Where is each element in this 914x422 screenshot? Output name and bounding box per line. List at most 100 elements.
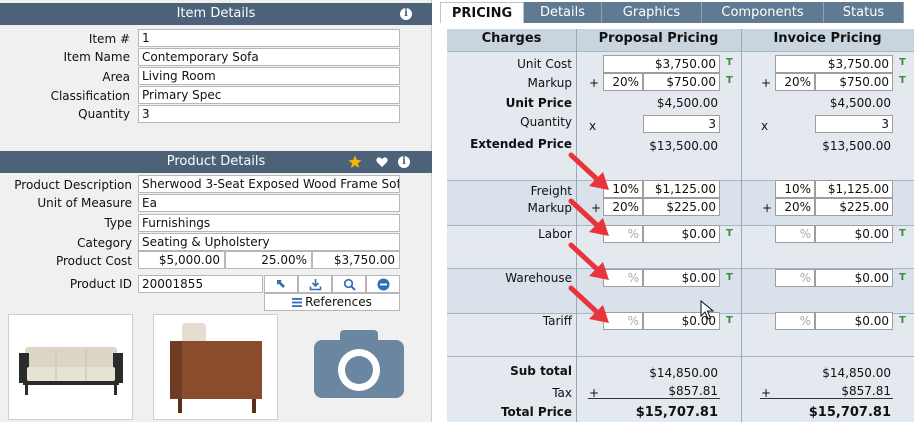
mouse-cursor-icon [700, 300, 714, 320]
invoice-labor-pct-input[interactable]: % [775, 225, 815, 243]
item-number-field[interactable]: 1 [138, 29, 400, 47]
tariff-label: Tariff [542, 314, 572, 328]
product-description-label: Product Description [14, 178, 132, 192]
invoice-markup-amount-input[interactable]: $750.00 [815, 73, 893, 91]
proposal-warehouse-amount-input[interactable]: $0.00 [643, 269, 720, 287]
invoice-tax: $857.81 [841, 384, 891, 398]
download-button[interactable] [298, 275, 332, 293]
proposal-extended-price: $13,500.00 [649, 139, 718, 153]
invoice-tariff-amount-input[interactable]: $0.00 [815, 312, 893, 330]
classification-field[interactable]: Primary Spec [138, 86, 400, 104]
invoice-tariff-pct-input[interactable]: % [775, 312, 815, 330]
search-button[interactable] [332, 275, 366, 293]
red-arrow-icon [568, 152, 609, 190]
category-field[interactable]: Seating & Upholstery [138, 233, 400, 251]
item-details-title: Item Details [176, 6, 256, 21]
invoice-labor-amount-input[interactable]: $0.00 [815, 225, 893, 243]
t-flag: T [726, 75, 733, 86]
proposal-tax: $857.81 [668, 384, 718, 398]
download-icon [309, 278, 321, 290]
product-id-field[interactable]: 20001855 [138, 275, 263, 293]
product-net-cost-field[interactable]: $3,750.00 [312, 251, 400, 269]
invoice-freight-markup-pct-input[interactable]: 20% [775, 198, 815, 216]
invoice-unit-price: $4,500.00 [829, 96, 891, 110]
proposal-quantity-input[interactable]: 3 [643, 115, 720, 133]
area-label: Area [102, 70, 130, 84]
freight-label: Freight [530, 184, 572, 198]
proposal-labor-amount-input[interactable]: $0.00 [643, 225, 720, 243]
item-name-field[interactable]: Contemporary Sofa [138, 48, 400, 66]
references-button[interactable]: References [264, 293, 400, 311]
labor-label: Labor [538, 227, 572, 241]
type-field[interactable]: Furnishings [138, 214, 400, 232]
item-name-label: Item Name [63, 50, 130, 64]
times-symbol: x [589, 119, 597, 133]
invoice-total-price: $15,707.81 [808, 405, 891, 420]
quantity-field[interactable]: 3 [138, 105, 400, 123]
tab-status[interactable]: Status [824, 2, 904, 23]
charges-column-header: Charges [481, 31, 542, 46]
arrow-up-left-icon [277, 280, 285, 288]
area-field[interactable]: Living Room [138, 67, 400, 85]
plus-symbol: + [762, 201, 773, 215]
invoice-warehouse-pct-input[interactable]: % [775, 269, 815, 287]
total-price-label: Total Price [500, 405, 572, 419]
star-icon[interactable] [348, 155, 362, 169]
references-label: References [305, 295, 372, 309]
divider [588, 398, 720, 399]
item-number-label: Item # [88, 32, 130, 46]
invoice-unit-cost-input[interactable]: $3,750.00 [775, 55, 893, 73]
invoice-quantity-input[interactable]: 3 [815, 115, 893, 133]
invoice-extended-price: $13,500.00 [822, 139, 891, 153]
search-icon [343, 278, 356, 291]
proposal-unit-price: $4,500.00 [656, 96, 718, 110]
unit-price-label: Unit Price [505, 96, 572, 110]
tab-details[interactable]: Details [524, 2, 602, 23]
proposal-unit-cost-input[interactable]: $3,750.00 [603, 55, 720, 73]
info-icon[interactable]: i [400, 8, 412, 20]
tab-pricing[interactable]: PRICING [440, 2, 524, 23]
product-discount-field[interactable]: 25.00% [225, 251, 312, 269]
invoice-warehouse-amount-input[interactable]: $0.00 [815, 269, 893, 287]
item-details-header: Item Details i [0, 3, 432, 25]
divider [447, 51, 914, 52]
quantity-row-label: Quantity [520, 115, 572, 129]
camera-icon[interactable] [314, 330, 404, 398]
invoice-markup-pct-input[interactable]: 20% [775, 73, 815, 91]
plus-symbol: + [589, 76, 600, 90]
red-arrow-icon [568, 198, 609, 236]
divider [760, 398, 893, 399]
remove-button[interactable] [366, 275, 400, 293]
product-cost-field[interactable]: $5,000.00 [138, 251, 225, 269]
heart-icon[interactable] [376, 156, 388, 168]
t-flag: T [899, 75, 906, 86]
proposal-markup-amount-input[interactable]: $750.00 [643, 73, 720, 91]
proposal-total-price: $15,707.81 [635, 405, 718, 420]
proposal-markup-pct-input[interactable]: 20% [603, 73, 643, 91]
t-flag: T [726, 57, 733, 68]
invoice-freight-amount-input[interactable]: $1,125.00 [815, 180, 893, 198]
invoice-freight-pct-input[interactable]: 10% [775, 180, 815, 198]
markup-label: Markup [527, 76, 572, 90]
unit-of-measure-field[interactable]: Ea [138, 194, 400, 212]
freight-markup-label: Markup [527, 201, 572, 215]
proposal-sub-total: $14,850.00 [649, 366, 718, 380]
tab-components[interactable]: Components [702, 2, 824, 23]
link-button[interactable] [264, 275, 298, 293]
minus-circle-icon [377, 278, 389, 290]
plus-symbol: + [761, 76, 772, 90]
product-info-icon[interactable]: i [398, 156, 410, 168]
product-description-field[interactable]: Sherwood 3-Seat Exposed Wood Frame Sofa [138, 175, 400, 193]
product-details-title: Product Details [166, 154, 266, 169]
t-flag: T [899, 57, 906, 68]
tab-graphics[interactable]: Graphics [602, 2, 702, 23]
invoice-freight-markup-amount-input[interactable]: $225.00 [815, 198, 893, 216]
sofa-side-image[interactable] [153, 314, 278, 420]
sofa-side-picture [170, 323, 262, 413]
proposal-pricing-column-header: Proposal Pricing [598, 31, 719, 46]
proposal-freight-amount-input[interactable]: $1,125.00 [643, 180, 720, 198]
t-flag: T [726, 228, 733, 239]
t-flag: T [726, 315, 733, 326]
sofa-front-image[interactable] [8, 314, 133, 420]
proposal-freight-markup-amount-input[interactable]: $225.00 [643, 198, 720, 216]
